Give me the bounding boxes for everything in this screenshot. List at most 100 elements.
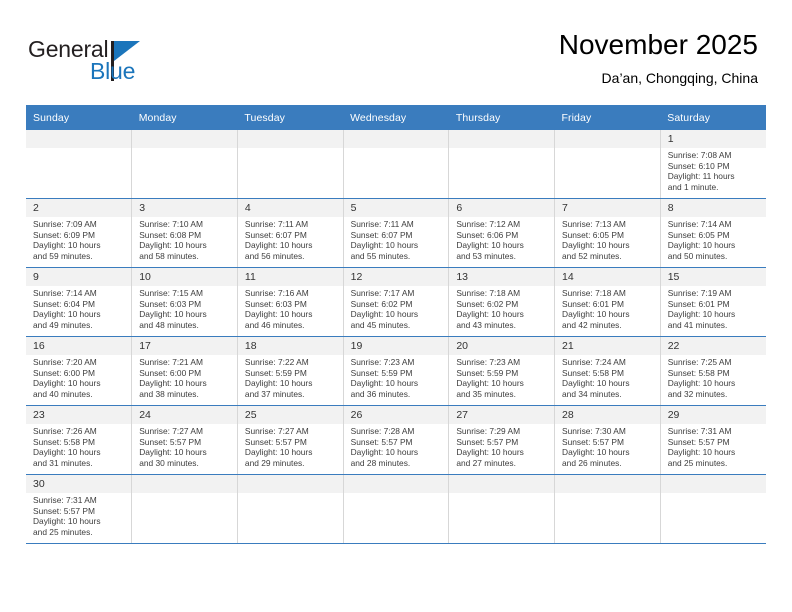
calendar-day-cell[interactable]: 10 Sunrise: 7:15 AM Sunset: 6:03 PM Dayligh… <box>131 267 238 337</box>
day-event-line: Sunrise: 7:10 AM <box>139 219 203 229</box>
day-event-line: Sunset: 6:05 PM <box>562 229 624 240</box>
day-cell-inner <box>555 475 660 543</box>
calendar-day-cell[interactable]: 21 Sunrise: 7:24 AM Sunset: 5:58 PM Dayligh… <box>554 336 661 406</box>
calendar-day-cell[interactable]: 11 Sunrise: 7:16 AM Sunset: 6:03 PM Dayligh… <box>237 267 344 337</box>
calendar-day-cell[interactable]: 9 Sunrise: 7:14 AM Sunset: 6:04 PM Daylight… <box>26 267 133 337</box>
day-events: Sunrise: 7:29 AM Sunset: 5:57 PM Daylight:… <box>449 424 554 468</box>
calendar-day-cell[interactable]: 8 Sunrise: 7:14 AM Sunset: 6:05 PM Daylight… <box>660 198 766 268</box>
day-event-line: Sunset: 6:03 PM <box>139 298 202 309</box>
calendar-day-cell[interactable]: 23 Sunrise: 7:26 AM Sunset: 5:58 PM Dayligh… <box>26 405 133 475</box>
calendar-day-cell[interactable]: 26 Sunrise: 7:28 AM Sunset: 5:57 PM Dayligh… <box>343 405 450 475</box>
day-number: 29 <box>660 406 766 424</box>
day-event-line: Sunrise: 7:17 AM <box>350 288 415 298</box>
day-number: 5 <box>343 199 449 217</box>
day-event-line: Sunrise: 7:22 AM <box>244 357 309 367</box>
calendar-day-cell[interactable]: 19 Sunrise: 7:23 AM Sunset: 5:59 PM Dayligh… <box>343 336 450 406</box>
day-event-line: Sunrise: 7:11 AM <box>244 219 309 229</box>
day-event-line: Daylight: 10 hours <box>350 309 419 320</box>
day-event-line: Sunset: 6:03 PM <box>244 298 307 309</box>
general-blue-logo: General Blue <box>28 36 208 88</box>
day-events <box>238 493 343 495</box>
day-event-line: Daylight: 10 hours <box>562 447 630 458</box>
calendar-day-cell[interactable]: 25 Sunrise: 7:27 AM Sunset: 5:57 PM Dayligh… <box>237 405 344 475</box>
calendar-day-cell[interactable]: 5 Sunrise: 7:11 AM Sunset: 6:07 PM Daylight… <box>343 198 450 268</box>
calendar-day-cell[interactable]: 22 Sunrise: 7:25 AM Sunset: 5:58 PM Dayligh… <box>660 336 766 406</box>
day-event-line: Sunset: 6:05 PM <box>667 229 730 240</box>
day-event-line: Daylight: 10 hours <box>33 378 101 389</box>
day-cell-inner: 21 Sunrise: 7:24 AM Sunset: 5:58 PM Dayligh… <box>555 337 660 405</box>
day-cell-inner: 12 Sunrise: 7:17 AM Sunset: 6:02 PM Dayligh… <box>343 268 449 336</box>
day-event-line: Sunset: 6:02 PM <box>456 298 519 309</box>
logo-text-blue: Blue <box>90 58 136 84</box>
calendar-day-cell[interactable]: 6 Sunrise: 7:12 AM Sunset: 6:06 PM Daylight… <box>448 198 556 268</box>
day-events: Sunrise: 7:08 AM Sunset: 6:10 PM Daylight:… <box>661 148 766 192</box>
day-event-line: Sunrise: 7:24 AM <box>562 357 626 367</box>
day-number <box>555 130 660 148</box>
day-event-line: Daylight: 10 hours <box>244 447 313 458</box>
day-event-line: and 59 minutes. <box>33 250 93 261</box>
page-subtitle: Da’an, Chongqing, China <box>601 70 758 86</box>
calendar-day-cell[interactable]: 30 Sunrise: 7:31 AM Sunset: 5:57 PM Dayligh… <box>26 474 133 544</box>
calendar-day-cell[interactable]: 7 Sunrise: 7:13 AM Sunset: 6:05 PM Daylight… <box>554 198 661 268</box>
calendar-day-cell[interactable]: 4 Sunrise: 7:11 AM Sunset: 6:07 PM Daylight… <box>237 198 344 268</box>
day-events <box>555 493 660 495</box>
day-cell-inner: 1 Sunrise: 7:08 AM Sunset: 6:10 PM Daylight… <box>660 130 766 198</box>
day-event-line: Sunset: 5:58 PM <box>562 367 624 378</box>
day-events: Sunrise: 7:16 AM Sunset: 6:03 PM Daylight:… <box>238 286 343 330</box>
calendar-day-cell[interactable]: 17 Sunrise: 7:21 AM Sunset: 6:00 PM Dayligh… <box>131 336 238 406</box>
weekday-header-thursday: Thursday <box>448 105 555 130</box>
day-events: Sunrise: 7:14 AM Sunset: 6:04 PM Daylight:… <box>26 286 131 330</box>
calendar-day-cell[interactable]: 2 Sunrise: 7:09 AM Sunset: 6:09 PM Daylight… <box>26 198 133 268</box>
day-event-line: Sunrise: 7:31 AM <box>667 426 732 436</box>
calendar-day-cell[interactable]: 24 Sunrise: 7:27 AM Sunset: 5:57 PM Dayligh… <box>131 405 238 475</box>
day-cell-inner: 23 Sunrise: 7:26 AM Sunset: 5:58 PM Dayligh… <box>26 406 132 474</box>
day-event-line: and 31 minutes. <box>33 457 93 468</box>
calendar-day-cell[interactable]: 18 Sunrise: 7:22 AM Sunset: 5:59 PM Dayligh… <box>237 336 344 406</box>
day-cell-inner: 9 Sunrise: 7:14 AM Sunset: 6:04 PM Daylight… <box>26 268 132 336</box>
day-event-line: and 34 minutes. <box>562 388 622 399</box>
day-number: 23 <box>26 406 132 424</box>
calendar-day-cell[interactable]: 16 Sunrise: 7:20 AM Sunset: 6:00 PM Dayligh… <box>26 336 133 406</box>
calendar-day-cell[interactable]: 1 Sunrise: 7:08 AM Sunset: 6:10 PM Daylight… <box>660 130 766 199</box>
weekday-header-monday: Monday <box>131 105 238 130</box>
calendar-day-cell[interactable]: 28 Sunrise: 7:30 AM Sunset: 5:57 PM Dayligh… <box>554 405 661 475</box>
calendar-day-cell[interactable]: 15 Sunrise: 7:19 AM Sunset: 6:01 PM Dayligh… <box>660 267 766 337</box>
day-cell-inner: 20 Sunrise: 7:23 AM Sunset: 5:59 PM Dayligh… <box>449 337 555 405</box>
calendar-day-cell[interactable]: 27 Sunrise: 7:29 AM Sunset: 5:57 PM Dayligh… <box>448 405 556 475</box>
calendar-day-cell[interactable]: 3 Sunrise: 7:10 AM Sunset: 6:08 PM Daylight… <box>131 198 238 268</box>
day-event-line: Sunrise: 7:08 AM <box>667 150 732 160</box>
calendar-day-cell[interactable]: 29 Sunrise: 7:31 AM Sunset: 5:57 PM Dayligh… <box>660 405 766 475</box>
day-event-line: Daylight: 10 hours <box>350 240 419 251</box>
day-event-line: Daylight: 10 hours <box>456 378 524 389</box>
day-cell-inner: 14 Sunrise: 7:18 AM Sunset: 6:01 PM Dayligh… <box>555 268 660 336</box>
day-event-line: Sunset: 6:00 PM <box>33 367 95 378</box>
day-event-line: Sunset: 6:07 PM <box>350 229 413 240</box>
day-number: 25 <box>237 406 343 424</box>
day-number <box>343 130 449 148</box>
calendar-day-cell[interactable]: 12 Sunrise: 7:17 AM Sunset: 6:02 PM Dayligh… <box>343 267 450 337</box>
day-event-line: Sunset: 5:57 PM <box>456 436 519 447</box>
day-event-line: Sunrise: 7:18 AM <box>456 288 521 298</box>
day-cell-inner: 7 Sunrise: 7:13 AM Sunset: 6:05 PM Daylight… <box>555 199 660 267</box>
day-event-line: Sunset: 5:57 PM <box>139 436 202 447</box>
day-number: 24 <box>132 406 237 424</box>
day-number <box>237 130 343 148</box>
weekday-header-tuesday: Tuesday <box>237 105 344 130</box>
day-event-line: Sunrise: 7:26 AM <box>33 426 97 436</box>
day-event-line: and 1 minute. <box>667 181 719 192</box>
day-number: 13 <box>449 268 555 286</box>
day-event-line: and 40 minutes. <box>33 388 93 399</box>
day-number: 22 <box>660 337 766 355</box>
day-event-line: Sunset: 5:59 PM <box>350 367 413 378</box>
day-events: Sunrise: 7:10 AM Sunset: 6:08 PM Daylight:… <box>132 217 237 261</box>
calendar-day-cell[interactable]: 20 Sunrise: 7:23 AM Sunset: 5:59 PM Dayligh… <box>448 336 556 406</box>
day-event-line: Daylight: 10 hours <box>667 240 736 251</box>
day-events <box>132 148 237 150</box>
calendar-day-cell[interactable]: 14 Sunrise: 7:18 AM Sunset: 6:01 PM Dayligh… <box>554 267 661 337</box>
day-number <box>26 130 132 148</box>
day-number <box>555 475 660 493</box>
calendar-day-cell-empty <box>26 130 133 199</box>
day-events: Sunrise: 7:09 AM Sunset: 6:09 PM Daylight:… <box>26 217 131 261</box>
day-event-line: and 56 minutes. <box>244 250 305 261</box>
calendar-day-cell[interactable]: 13 Sunrise: 7:18 AM Sunset: 6:02 PM Dayligh… <box>448 267 556 337</box>
